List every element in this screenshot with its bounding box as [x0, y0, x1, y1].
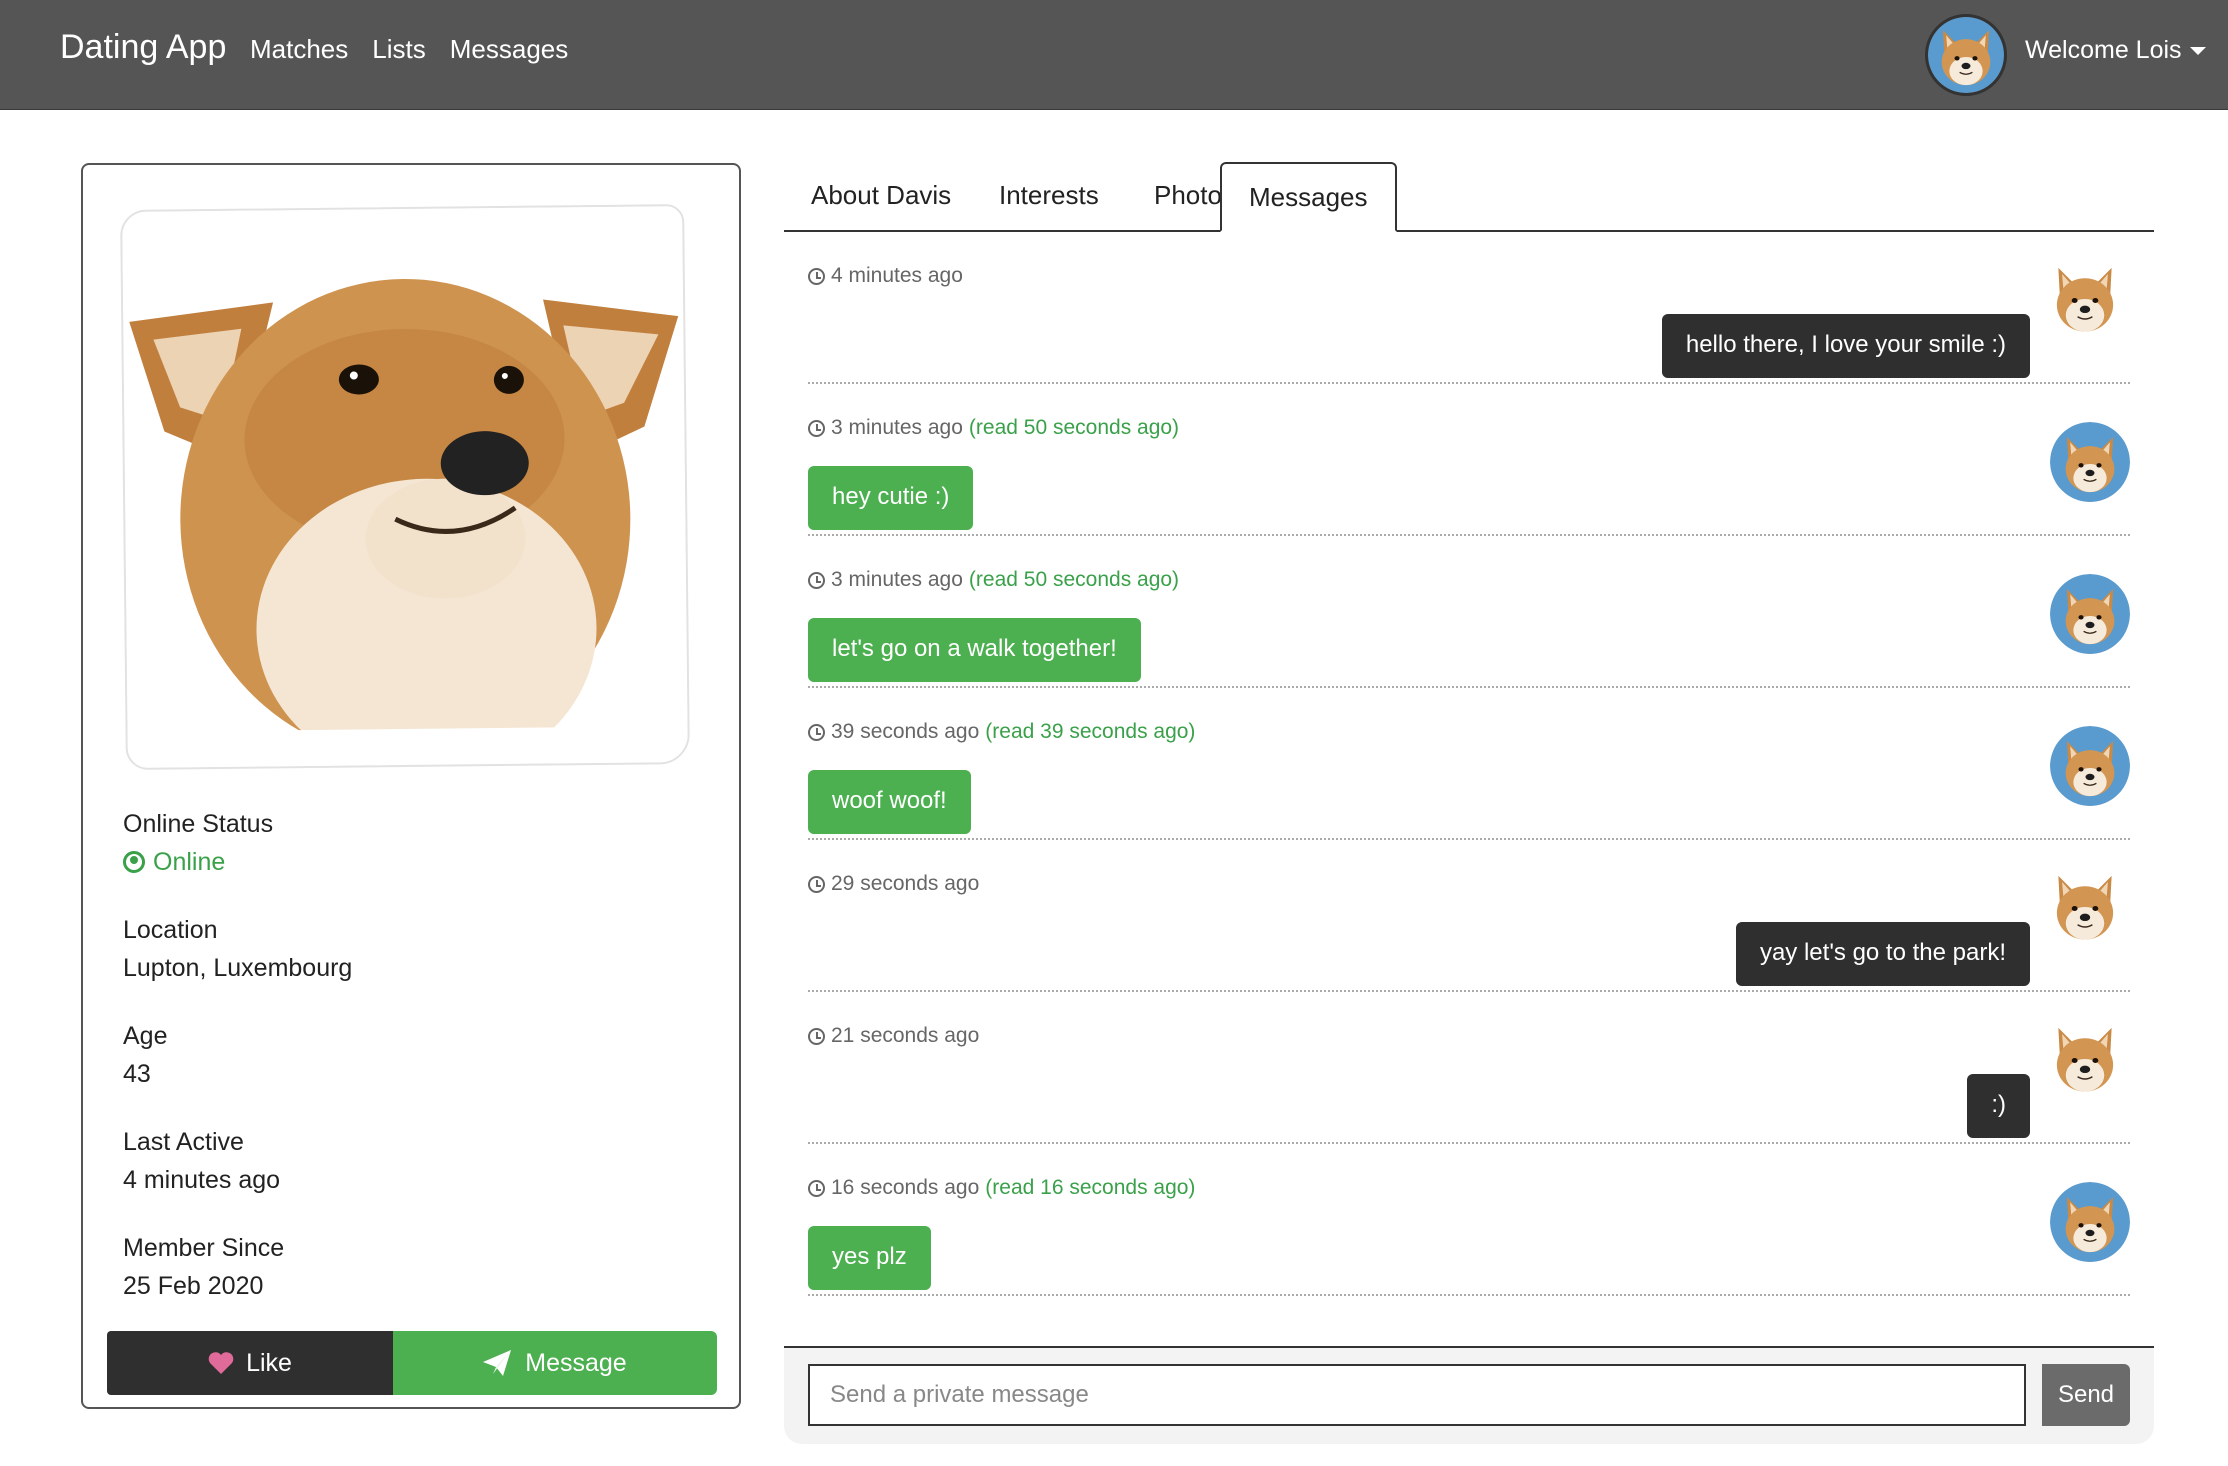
last-active-value: 4 minutes ago — [123, 1166, 281, 1194]
message-row: 3 minutes ago (read 50 seconds ago) let'… — [808, 536, 2130, 688]
message-timestamp: 16 seconds ago (read 16 seconds ago) — [808, 1176, 1195, 1200]
age-value: 43 — [123, 1060, 151, 1088]
send-message-form: Send — [784, 1346, 2154, 1444]
message-thread: 4 minutes ago hello there, I love your s… — [808, 232, 2130, 1296]
profile-actions: Like Message — [107, 1331, 717, 1395]
message-time: 16 seconds ago — [831, 1176, 980, 1199]
message-time: 29 seconds ago — [831, 872, 980, 895]
age-label: Age — [123, 1022, 168, 1050]
nav-link-messages[interactable]: Messages — [450, 34, 569, 65]
clock-icon — [808, 267, 825, 285]
message-time: 39 seconds ago — [831, 720, 980, 743]
message-time: 3 minutes ago — [831, 416, 963, 439]
message-row: 39 seconds ago (read 39 seconds ago) woo… — [808, 688, 2130, 840]
member-since-value: 25 Feb 2020 — [123, 1272, 264, 1300]
online-status-label: Online Status — [123, 810, 274, 838]
user-avatar[interactable] — [1925, 14, 2007, 96]
like-button[interactable]: Like — [107, 1331, 393, 1395]
chevron-down-icon — [2189, 46, 2206, 55]
message-button[interactable]: Message — [393, 1331, 717, 1395]
recipient-avatar — [2050, 422, 2130, 502]
heart-icon — [208, 1352, 234, 1374]
clock-icon — [808, 571, 825, 589]
message-read-status: (read 50 seconds ago) — [968, 416, 1180, 439]
clock-icon — [808, 419, 825, 437]
message-bubble: hello there, I love your smile :) — [1661, 314, 2030, 378]
nav-link-lists[interactable]: Lists — [372, 34, 425, 65]
message-read-status: (read 16 seconds ago) — [985, 1176, 1196, 1199]
message-input[interactable] — [808, 1364, 2026, 1426]
message-timestamp: 29 seconds ago — [808, 872, 985, 896]
message-bubble: hey cutie :) — [808, 466, 974, 530]
message-bubble: yes plz — [808, 1226, 931, 1290]
profile-photo — [120, 204, 690, 770]
tab-about[interactable]: About Davis — [784, 162, 978, 230]
send-button[interactable]: Send — [2042, 1364, 2130, 1426]
user-menu-dropdown[interactable]: Welcome Lois — [2025, 36, 2206, 65]
brand-logo[interactable]: Dating App — [60, 28, 226, 67]
tab-interests[interactable]: Interests — [972, 162, 1126, 230]
message-time: 4 minutes ago — [831, 264, 963, 287]
recipient-avatar — [2050, 574, 2130, 654]
clock-icon — [808, 723, 825, 741]
message-row: 3 minutes ago (read 50 seconds ago) hey … — [808, 384, 2130, 536]
message-row: 16 seconds ago (read 16 seconds ago) yes… — [808, 1144, 2130, 1296]
message-time: 21 seconds ago — [831, 1024, 980, 1047]
sender-avatar — [2048, 870, 2122, 944]
message-timestamp: 4 minutes ago — [808, 264, 969, 288]
location-value: Lupton, Luxembourg — [123, 954, 353, 982]
message-row: 4 minutes ago hello there, I love your s… — [808, 232, 2130, 384]
message-bubble: woof woof! — [808, 770, 971, 834]
user-circle-icon — [123, 851, 145, 873]
online-status-value: Online — [123, 843, 683, 881]
tab-messages[interactable]: Messages — [1220, 162, 1397, 232]
nav-link-matches[interactable]: Matches — [250, 34, 348, 65]
last-active-label: Last Active — [123, 1128, 244, 1156]
message-bubble: let's go on a walk together! — [808, 618, 1141, 682]
message-row: 29 seconds ago yay let's go to the park! — [808, 840, 2130, 992]
recipient-avatar — [2050, 726, 2130, 806]
location-label: Location — [123, 916, 218, 944]
clock-icon — [808, 1179, 825, 1197]
sender-avatar — [2048, 262, 2122, 336]
message-read-status: (read 50 seconds ago) — [968, 568, 1180, 591]
online-status-text: Online — [153, 848, 226, 876]
like-label: Like — [246, 1348, 292, 1377]
message-row: 21 seconds ago :) — [808, 992, 2130, 1144]
profile-info: Online Status Online Location Lupton, Lu… — [123, 805, 683, 1335]
message-timestamp: 3 minutes ago (read 50 seconds ago) — [808, 568, 1179, 592]
clock-icon — [808, 1027, 825, 1045]
message-timestamp: 39 seconds ago (read 39 seconds ago) — [808, 720, 1195, 744]
profile-tabs: About Davis Interests Photos Messages — [784, 162, 2154, 232]
member-since-label: Member Since — [123, 1234, 285, 1262]
message-timestamp: 3 minutes ago (read 50 seconds ago) — [808, 416, 1179, 440]
paper-plane-icon — [483, 1350, 512, 1376]
navbar: Dating App Matches Lists Messages Welcom… — [0, 0, 2228, 110]
message-label: Message — [525, 1348, 627, 1377]
message-bubble: yay let's go to the park! — [1735, 922, 2030, 986]
nav-links: Matches Lists Messages — [250, 34, 568, 65]
clock-icon — [808, 875, 825, 893]
profile-card: Online Status Online Location Lupton, Lu… — [81, 163, 741, 1409]
message-bubble: :) — [1967, 1074, 2030, 1138]
sender-avatar — [2048, 1022, 2122, 1096]
message-read-status: (read 39 seconds ago) — [985, 720, 1196, 743]
welcome-text: Welcome Lois — [2025, 36, 2182, 64]
message-timestamp: 21 seconds ago — [808, 1024, 985, 1048]
message-time: 3 minutes ago — [831, 568, 963, 591]
recipient-avatar — [2050, 1182, 2130, 1262]
